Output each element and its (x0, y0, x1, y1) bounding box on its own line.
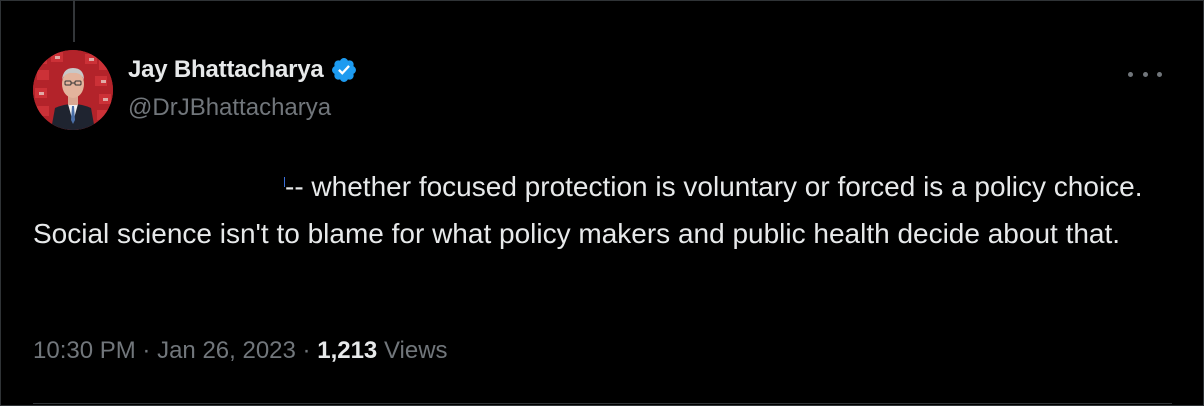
avatar-image (33, 50, 113, 130)
avatar[interactable] (33, 50, 113, 130)
tweet-meta: 10:30 PM · Jan 26, 2023 · 1,213 Views (33, 337, 448, 365)
more-horizontal-icon[interactable] (1128, 66, 1162, 82)
meta-separator: · (142, 337, 151, 364)
views-count[interactable]: 1,213 (317, 337, 377, 364)
tweet-time[interactable]: 10:30 PM (33, 337, 136, 364)
more-dot (1142, 71, 1148, 77)
author-name-row: Jay Bhattacharya (128, 54, 358, 86)
redacted-text (33, 172, 285, 200)
divider (33, 403, 1172, 404)
verified-badge-icon (330, 56, 358, 84)
tweet-header: Jay Bhattacharya @DrJBhattacharya (128, 54, 358, 122)
thread-connector-line (73, 0, 75, 42)
author-handle[interactable]: @DrJBhattacharya (128, 94, 358, 122)
author-display-name[interactable]: Jay Bhattacharya (128, 56, 324, 84)
more-dot (1157, 71, 1162, 77)
meta-separator: · (302, 337, 311, 364)
tweet-date[interactable]: Jan 26, 2023 (157, 337, 296, 364)
tweet-body: -- whether focused protection is volunta… (33, 163, 1168, 257)
views-label[interactable]: Views (384, 337, 448, 364)
more-dot (1128, 71, 1133, 77)
